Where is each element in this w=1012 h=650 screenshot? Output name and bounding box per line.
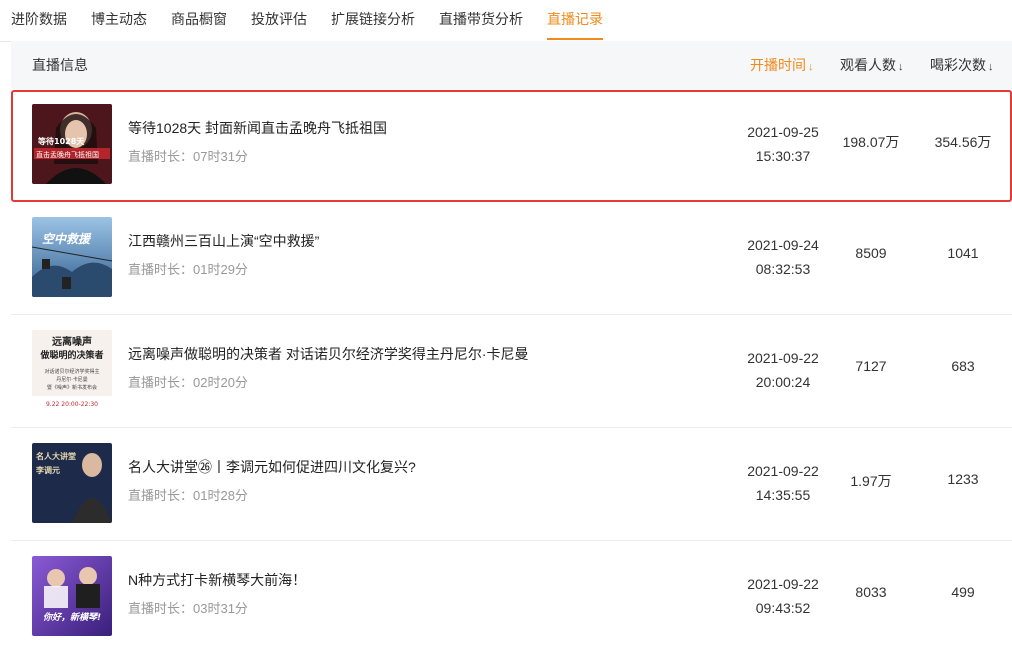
header-cheers[interactable]: 喝彩次数 ↓ [930, 41, 994, 89]
thumb-caption: 丹尼尔·卡尼曼 [56, 376, 88, 383]
header-viewers-label: 观看人数 [840, 57, 896, 73]
header-start-time[interactable]: 开播时间 ↓ [750, 41, 814, 89]
live-duration: 直播时长：07时31分 [128, 149, 248, 164]
live-title[interactable]: 江西赣州三百山上演“空中救援” [128, 231, 319, 251]
thumb-caption: 你好，新横琴! [43, 612, 101, 623]
sort-down-icon: ↓ [898, 61, 904, 73]
table-row[interactable]: 你好，新横琴! N种方式打卡新横琴大前海！ 直播时长：03时31分 2021-0… [11, 542, 1012, 650]
tab-live-records[interactable]: 直播记录 [547, 0, 603, 40]
table-row[interactable]: 空中救援 江西赣州三百山上演“空中救援” 直播时长：01时29分 2021-09… [11, 203, 1012, 315]
header-cheers-label: 喝彩次数 [930, 57, 986, 73]
tab-ad-evaluation[interactable]: 投放评估 [251, 0, 307, 40]
thumb-caption: 直击孟晚舟飞抵祖国 [36, 150, 99, 159]
tab-bar: 进阶数据 博主动态 商品橱窗 投放评估 扩展链接分析 直播带货分析 直播记录 [0, 0, 1012, 42]
live-thumbnail[interactable]: 等待1028天 直击孟晚舟飞抵祖国 [32, 104, 112, 184]
cheer-count: 683 [951, 358, 975, 374]
cheer-count: 1041 [947, 245, 979, 261]
tab-advanced-data[interactable]: 进阶数据 [11, 0, 67, 40]
live-title[interactable]: 等待1028天 封面新闻直击孟晚舟飞抵祖国 [128, 118, 387, 138]
thumb-caption: 做聪明的决策者 [39, 349, 103, 361]
cheer-count: 1233 [947, 471, 979, 487]
tab-product-showcase[interactable]: 商品橱窗 [171, 0, 227, 40]
live-title[interactable]: 名人大讲堂㉖丨李调元如何促进四川文化复兴? [128, 457, 416, 477]
live-thumbnail[interactable]: 你好，新横琴! [32, 556, 112, 636]
thumb-caption: 对话诺贝尔经济学奖得主 [44, 368, 99, 375]
tab-extended-link-analysis[interactable]: 扩展链接分析 [331, 0, 415, 40]
thumb-caption: 等待1028天 [37, 136, 85, 146]
table-header: 直播信息 开播时间 ↓ 观看人数 ↓ 喝彩次数 ↓ [11, 41, 1012, 89]
thumb-caption: 暨《噪声》新书发布会 [47, 384, 97, 391]
live-title[interactable]: N种方式打卡新横琴大前海！ [128, 570, 306, 590]
live-thumbnail[interactable]: 名人大讲堂 李调元 [32, 443, 112, 523]
live-duration: 直播时长：01时29分 [128, 262, 248, 277]
live-title[interactable]: 远离噪声做聪明的决策者 对话诺贝尔经济学奖得主丹尼尔·卡尼曼 [128, 344, 529, 364]
header-viewers[interactable]: 观看人数 ↓ [840, 41, 904, 89]
live-duration: 直播时长：02时20分 [128, 375, 248, 390]
thumb-caption: 空中救援 [42, 232, 92, 246]
live-thumbnail[interactable]: 远离噪声 做聪明的决策者 对话诺贝尔经济学奖得主 丹尼尔·卡尼曼 暨《噪声》新书… [32, 330, 112, 410]
table-row[interactable]: 远离噪声 做聪明的决策者 对话诺贝尔经济学奖得主 丹尼尔·卡尼曼 暨《噪声》新书… [11, 316, 1012, 428]
thumb-caption: 李调元 [35, 465, 60, 475]
header-start-time-label: 开播时间 [750, 57, 806, 73]
live-thumbnail[interactable]: 空中救援 [32, 217, 112, 297]
thumb-caption: 9.22 20:00-22:30 [46, 401, 98, 408]
thumb-caption: 远离噪声 [52, 335, 92, 348]
sort-down-icon: ↓ [988, 61, 994, 73]
header-live-info: 直播信息 [32, 57, 88, 73]
cheer-count: 499 [951, 584, 975, 600]
live-duration: 直播时长：01时28分 [128, 488, 248, 503]
live-duration: 直播时长：03时31分 [128, 601, 248, 616]
table-row[interactable]: 等待1028天 直击孟晚舟飞抵祖国 等待1028天 封面新闻直击孟晚舟飞抵祖国 … [11, 90, 1012, 202]
sort-down-icon: ↓ [808, 61, 814, 73]
tab-blogger-updates[interactable]: 博主动态 [91, 0, 147, 40]
thumb-caption: 名人大讲堂 [36, 451, 76, 461]
tab-live-commerce-analysis[interactable]: 直播带货分析 [439, 0, 523, 40]
cheer-count: 354.56万 [934, 134, 992, 150]
table-row[interactable]: 名人大讲堂 李调元 名人大讲堂㉖丨李调元如何促进四川文化复兴? 直播时长：01时… [11, 429, 1012, 541]
